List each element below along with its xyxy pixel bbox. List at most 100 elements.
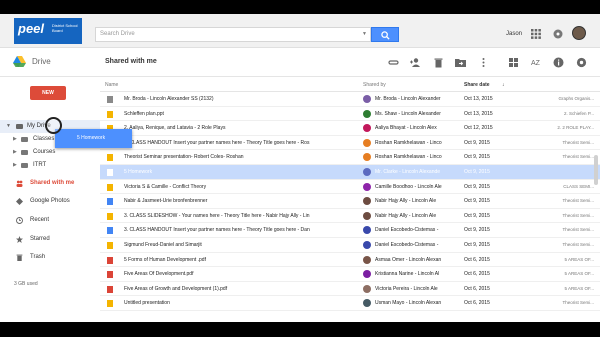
table-row[interactable]: Five Areas Of Development.pdf Kristianna … — [100, 267, 600, 282]
table-row[interactable]: 2. Aaliya, Renique, and Latavia - 2 Role… — [100, 121, 600, 136]
file-location: Theorist Semi... — [562, 300, 594, 306]
share-icon[interactable] — [410, 57, 421, 68]
file-name[interactable]: Five Areas of Growth and Development (1)… — [124, 286, 357, 292]
sidebar-item-label: Courses — [33, 149, 56, 155]
user-name[interactable]: Jason — [506, 31, 522, 37]
owner-avatar — [363, 197, 371, 206]
sidebar-item-trash[interactable]: Trash — [0, 251, 100, 264]
app-title[interactable]: Drive — [32, 57, 51, 66]
shared-people-icon — [16, 180, 23, 187]
file-location: 5 AREAS OF... — [564, 285, 594, 291]
table-row[interactable]: 5 Forms of Human Development .pdf Asmaa O… — [100, 253, 600, 268]
shared-by-name: Aaliya Bhayat - Lincoln Alex — [375, 125, 437, 132]
file-name[interactable]: 3. CLASS HANDOUT Insert your partner nam… — [124, 227, 357, 233]
pdf-file-icon — [107, 271, 113, 279]
sort-icon[interactable]: AZ — [531, 57, 542, 68]
move-to-folder-icon[interactable] — [455, 57, 466, 68]
owner-avatar — [363, 182, 371, 191]
search-placeholder: Search Drive — [100, 31, 135, 37]
file-name[interactable]: Mr. Broda - Lincoln Alexander SS (2132) — [124, 96, 357, 102]
file-name[interactable]: 3. CLASS SLIDESHOW - Your names here - T… — [124, 213, 357, 219]
column-header-name[interactable]: Name — [105, 82, 118, 88]
table-row[interactable]: Victoria S & Camille - Conflict Theory Ca… — [100, 180, 600, 195]
sidebar-item-shared-with-me[interactable]: Shared with me — [0, 177, 100, 190]
sidebar-item-google-photos[interactable]: Google Photos — [0, 195, 100, 208]
grid-view-icon[interactable] — [508, 57, 519, 68]
shared-by-name: Camille Boodhoo - Lincoln Ale — [375, 183, 442, 190]
drive-toolbar: Drive Shared with me AZ — [0, 48, 600, 77]
settings-gear-icon[interactable] — [576, 57, 587, 68]
table-row[interactable]: 3. CLASS HANDOUT Insert your partner nam… — [100, 136, 600, 151]
school-board-logo[interactable]: peel District School Board — [14, 18, 82, 44]
storage-usage: 3 GB used — [14, 281, 38, 287]
table-row[interactable]: Mr. Broda - Lincoln Alexander SS (2132) M… — [100, 92, 600, 107]
sidebar-item-itrt[interactable]: ▶ ITRT — [0, 159, 100, 172]
sidebar-item-recent[interactable]: Recent — [0, 214, 100, 227]
folder-icon — [21, 137, 28, 142]
search-options-icon[interactable]: ▼ — [362, 28, 367, 41]
share-date: Oct 13, 2015 — [464, 96, 493, 102]
share-date: Oct 9, 2015 — [464, 198, 490, 205]
file-name[interactable]: 3. CLASS HANDOUT Insert your partner nam… — [124, 140, 357, 146]
file-name[interactable]: Theorist Seminar presentation- Robert Co… — [124, 154, 357, 160]
share-date: Oct 12, 2015 — [464, 125, 493, 132]
info-icon[interactable] — [553, 57, 564, 68]
shared-by-name: Roshan Ramkhelawan - Linco — [375, 139, 442, 146]
table-row[interactable]: Schleffen plan.ppt Ms. Shaw - Lincoln Ale… — [100, 107, 600, 122]
table-row[interactable]: Untitled presentation Usman Mayo - Lincol… — [100, 296, 600, 311]
shared-by-name: Kristianna Narine - Lincoln Al — [375, 271, 440, 278]
folder-icon — [21, 163, 28, 168]
delete-icon[interactable] — [433, 57, 444, 68]
file-location: 5 AREAS OF... — [564, 256, 594, 262]
file-location: Theorist Semi... — [562, 212, 594, 218]
expand-arrow-icon[interactable]: ▶ — [13, 159, 17, 172]
get-link-icon[interactable] — [388, 57, 399, 68]
file-name[interactable]: Schleffen plan.ppt — [124, 111, 357, 117]
share-date: Oct 9, 2015 — [464, 212, 490, 219]
sidebar-item-starred[interactable]: Starred — [0, 233, 100, 246]
shared-by-name: Usman Mayo - Lincoln Alexan — [375, 300, 442, 307]
table-row[interactable]: 3. CLASS SLIDESHOW - Your names here - T… — [100, 209, 600, 224]
file-name[interactable]: 2. Aaliya, Renique, and Latavia - 2 Role… — [124, 125, 357, 131]
expand-arrow-icon[interactable]: ▶ — [13, 146, 17, 159]
search-input[interactable]: Search Drive ▼ — [95, 27, 371, 42]
expand-arrow-icon[interactable]: ▼ — [6, 120, 11, 133]
column-header-shared-by[interactable]: Shared by — [363, 82, 386, 88]
expand-arrow-icon[interactable]: ▶ — [13, 133, 17, 146]
sidebar-item-label: Recent — [30, 217, 50, 223]
share-date: Oct 9, 2015 — [464, 242, 490, 248]
more-options-icon[interactable] — [478, 57, 489, 68]
table-row[interactable]: 5 Homework Mr. Clarke - Lincoln Alexande O… — [100, 165, 600, 180]
scrollbar-thumb[interactable] — [594, 155, 598, 185]
file-name[interactable]: Nabir & Jasmeet-Urie bronfenbrenner — [124, 198, 357, 204]
top-bar: peel District School Board Search Drive … — [0, 14, 600, 48]
apps-grid-icon[interactable] — [531, 29, 541, 39]
owner-avatar — [363, 211, 371, 220]
pdf-file-icon — [107, 256, 113, 264]
doc-file-icon — [107, 227, 113, 235]
file-list: Name Shared by Share date ↓ Mr. Broda - … — [100, 77, 600, 322]
column-header-share-date[interactable]: Share date — [464, 82, 490, 88]
file-name[interactable]: Untitled presentation — [124, 300, 357, 306]
file-name[interactable]: Five Areas Of Development.pdf — [124, 271, 357, 277]
table-row[interactable]: Sigmund Freud-Daniel and Simarjit Daniel … — [100, 238, 600, 253]
notifications-icon[interactable] — [553, 29, 563, 39]
file-list-header: Name Shared by Share date ↓ — [100, 77, 600, 92]
avatar[interactable] — [572, 26, 586, 40]
search-button[interactable] — [371, 27, 399, 42]
file-name[interactable]: Victoria S & Camille - Conflict Theory — [124, 184, 357, 190]
table-row[interactable]: Nabir & Jasmeet-Urie bronfenbrenner Nabir… — [100, 194, 600, 209]
share-date: Oct 9, 2015 — [464, 227, 490, 234]
file-name[interactable]: Sigmund Freud-Daniel and Simarjit — [124, 242, 357, 248]
sort-descending-icon[interactable]: ↓ — [502, 82, 505, 88]
sidebar-item-label: ITRT — [33, 162, 47, 168]
file-name[interactable]: 5 Forms of Human Development .pdf — [124, 257, 357, 263]
file-location: 2. Schiefen P... — [564, 110, 594, 116]
share-date: Oct 9, 2015 — [464, 183, 490, 190]
table-row[interactable]: Five Areas of Growth and Development (1)… — [100, 282, 600, 297]
new-button[interactable]: NEW — [30, 86, 66, 100]
table-row[interactable]: 3. CLASS HANDOUT Insert your partner nam… — [100, 223, 600, 238]
table-row[interactable]: Theorist Seminar presentation- Robert Co… — [100, 150, 600, 165]
file-name[interactable]: 5 Homework — [124, 169, 357, 175]
sidebar: NEW ▼ My Drive ▶ Classes ▶ Courses ▶ ITR… — [0, 77, 100, 322]
